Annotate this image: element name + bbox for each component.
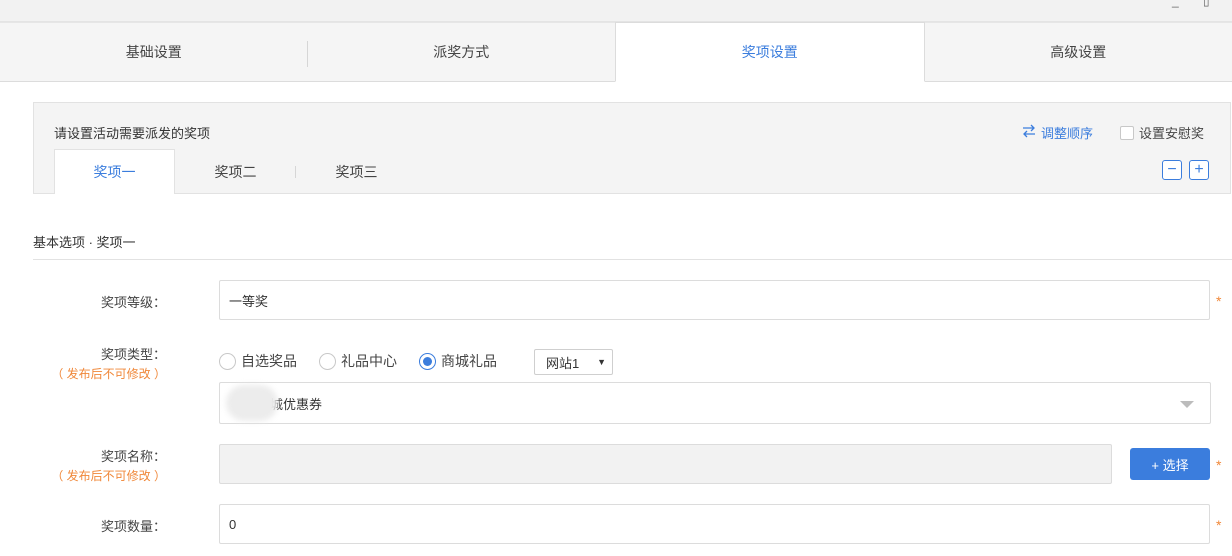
level-label: 奖项等级： [100, 295, 166, 310]
qty-input[interactable]: 0 [219, 504, 1210, 544]
tab-award-method[interactable]: 派奖方式 [307, 22, 615, 82]
tab-prize-settings[interactable]: 奖项设置 [615, 22, 925, 82]
level-value: 一等奖 [229, 293, 269, 309]
choose-button[interactable]: + 选择 [1130, 448, 1210, 480]
radio-label: 商城礼品 [441, 353, 497, 369]
tab-basic-settings[interactable]: 基础设置 [0, 22, 308, 82]
panel-title: 请设置活动需要派发的奖项 [54, 126, 211, 141]
add-prize-button[interactable]: + [1189, 160, 1209, 180]
type-label: 奖项类型： [100, 347, 166, 362]
radio-dot[interactable] [319, 352, 336, 370]
name-note: （ 发布后不可修改 ） [51, 469, 166, 483]
tab-prize-2[interactable]: 奖项二 [175, 149, 296, 194]
required-mark: * [1216, 457, 1222, 473]
radio-gift-center[interactable]: 礼品中心 [319, 351, 397, 371]
prize-tabs: 奖项一 奖项二 奖项三 [54, 149, 417, 194]
caret-down-icon: ▼ [597, 357, 606, 367]
restore-icon[interactable]: ▯ [1203, 0, 1210, 8]
radio-dot[interactable] [419, 352, 436, 370]
consolation-checkbox[interactable]: 设置安慰奖 [1120, 123, 1204, 142]
level-input[interactable]: 一等奖 [219, 280, 1210, 320]
type-radio-group: 自选奖品 礼品中心 商城礼品 [219, 348, 519, 374]
name-label: 奖项名称： [100, 449, 166, 464]
main-tabs: 基础设置 派奖方式 奖项设置 高级设置 [0, 22, 1232, 82]
qty-value: 0 [229, 516, 237, 532]
minus-icon: − [1167, 161, 1177, 178]
reorder-button[interactable]: 调整顺序 [1021, 123, 1093, 142]
required-mark: * [1216, 517, 1222, 533]
tab-prize-3[interactable]: 奖项三 [296, 149, 417, 194]
reorder-label: 调整顺序 [1041, 126, 1094, 141]
radio-custom-prize[interactable]: 自选奖品 [219, 351, 297, 371]
tab-prize-1[interactable]: 奖项一 [54, 149, 175, 194]
radio-dot[interactable] [219, 352, 236, 370]
swap-icon [1021, 124, 1037, 141]
site-select-value: 网站1 [546, 355, 580, 371]
section-title: 基本选项 · 奖项一 [33, 235, 136, 250]
prize-panel: 请设置活动需要派发的奖项 调整顺序 设置安慰奖 奖项一 奖项二 奖项三 − + [33, 102, 1231, 194]
remove-prize-button[interactable]: − [1162, 160, 1182, 180]
radio-mall-gift[interactable]: 商城礼品 [419, 351, 497, 371]
required-mark: * [1216, 293, 1222, 309]
tab-advanced-settings[interactable]: 高级设置 [924, 22, 1232, 82]
chevron-down-icon [1180, 401, 1194, 408]
window-titlebar: _ ▯ [0, 0, 1232, 22]
site-select[interactable]: 网站1 ▼ [534, 349, 613, 375]
name-input [219, 444, 1112, 484]
type-note: （ 发布后不可修改 ） [51, 367, 166, 381]
blurred-region [226, 385, 278, 421]
qty-label: 奖项数量： [100, 519, 166, 534]
consolation-label: 设置安慰奖 [1139, 126, 1205, 141]
radio-label: 自选奖品 [241, 353, 297, 369]
section-divider [33, 259, 1232, 260]
minimize-icon[interactable]: _ [1172, 0, 1179, 8]
checkbox-box[interactable] [1120, 125, 1134, 140]
radio-label: 礼品中心 [341, 353, 397, 369]
coupon-select[interactable]: 城优惠券 [219, 382, 1211, 424]
plus-icon: + [1194, 161, 1204, 178]
